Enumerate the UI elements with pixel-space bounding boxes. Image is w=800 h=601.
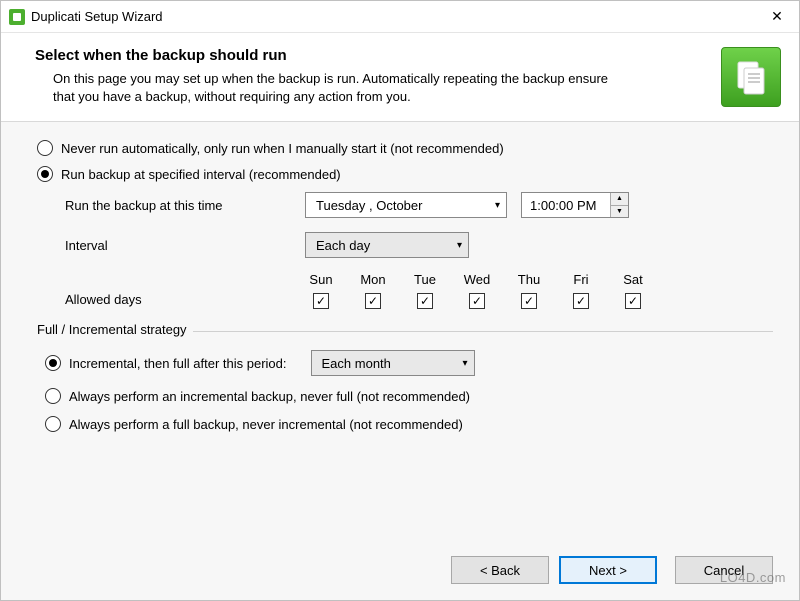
radio-interval-run[interactable]: Run backup at specified interval (recomm… [37, 166, 773, 182]
cancel-button[interactable]: Cancel [675, 556, 773, 584]
day-checkbox-mon[interactable]: ✓ [365, 293, 381, 309]
day-label: Fri [573, 272, 588, 287]
titlebar: Duplicati Setup Wizard ✕ [1, 1, 799, 33]
button-bar: < Back Next > Cancel [1, 542, 799, 600]
spinner-down-icon[interactable]: ▼ [611, 206, 628, 218]
radio-icon [37, 166, 53, 182]
radio-always-incremental[interactable]: Always perform an incremental backup, ne… [45, 388, 773, 404]
radio-incremental-then-full[interactable]: Incremental, then full after this period… [45, 350, 773, 376]
day-checkbox-wed[interactable]: ✓ [469, 293, 485, 309]
day-checkbox-tue[interactable]: ✓ [417, 293, 433, 309]
day-tue: Tue ✓ [409, 272, 441, 309]
window-title: Duplicati Setup Wizard [31, 9, 755, 24]
radio-icon [45, 355, 61, 371]
radio-always-full[interactable]: Always perform a full backup, never incr… [45, 416, 773, 432]
wizard-icon [721, 47, 781, 107]
day-label: Thu [518, 272, 540, 287]
day-mon: Mon ✓ [357, 272, 389, 309]
day-checkbox-thu[interactable]: ✓ [521, 293, 537, 309]
wizard-window: Duplicati Setup Wizard ✕ Select when the… [0, 0, 800, 601]
day-wed: Wed ✓ [461, 272, 493, 309]
day-sat: Sat ✓ [617, 272, 649, 309]
allowed-days-grid: Sun ✓ Mon ✓ Tue ✓ Wed ✓ [305, 272, 649, 309]
page-subheading: On this page you may set up when the bac… [35, 70, 615, 106]
day-label: Sun [309, 272, 332, 287]
day-label: Sat [623, 272, 643, 287]
radio-icon [45, 388, 61, 404]
day-sun: Sun ✓ [305, 272, 337, 309]
day-checkbox-sat[interactable]: ✓ [625, 293, 641, 309]
spinner-up-icon[interactable]: ▲ [611, 193, 628, 206]
combo-value: Each day [316, 238, 370, 253]
spinner-buttons[interactable]: ▲ ▼ [610, 193, 628, 217]
radio-icon [45, 416, 61, 432]
radio-label: Never run automatically, only run when I… [61, 141, 504, 156]
allowed-days-label: Allowed days [65, 272, 305, 307]
back-button[interactable]: < Back [451, 556, 549, 584]
page-heading: Select when the backup should run [35, 47, 709, 64]
wizard-content: Never run automatically, only run when I… [1, 122, 799, 542]
day-fri: Fri ✓ [565, 272, 597, 309]
day-thu: Thu ✓ [513, 272, 545, 309]
close-button[interactable]: ✕ [755, 1, 799, 32]
day-checkbox-fri[interactable]: ✓ [573, 293, 589, 309]
chevron-down-icon: ▾ [462, 358, 467, 369]
strategy-fieldset: Full / Incremental strategy Incremental,… [37, 331, 773, 448]
chevron-down-icon: ▾ [457, 240, 462, 251]
radio-icon [37, 140, 53, 156]
strategy-legend: Full / Incremental strategy [37, 322, 193, 337]
radio-never-run[interactable]: Never run automatically, only run when I… [37, 140, 773, 156]
combo-value: Each month [322, 356, 391, 371]
day-label: Wed [464, 272, 491, 287]
time-spinner[interactable]: 1:00:00 PM ▲ ▼ [521, 192, 629, 218]
radio-label: Incremental, then full after this period… [69, 356, 287, 371]
next-button[interactable]: Next > [559, 556, 657, 584]
date-picker[interactable]: Tuesday , October ▾ [305, 192, 507, 218]
app-icon [9, 9, 25, 25]
wizard-header: Select when the backup should run On thi… [1, 33, 799, 122]
radio-label: Run backup at specified interval (recomm… [61, 167, 341, 182]
date-value: Tuesday , October [316, 198, 422, 213]
radio-label: Always perform an incremental backup, ne… [69, 389, 470, 404]
interval-combo[interactable]: Each day ▾ [305, 232, 469, 258]
day-checkbox-sun[interactable]: ✓ [313, 293, 329, 309]
day-label: Tue [414, 272, 436, 287]
time-value: 1:00:00 PM [522, 198, 610, 213]
interval-label: Interval [65, 238, 305, 253]
radio-label: Always perform a full backup, never incr… [69, 417, 463, 432]
full-period-combo[interactable]: Each month ▾ [311, 350, 475, 376]
chevron-down-icon: ▾ [489, 200, 500, 211]
day-label: Mon [360, 272, 385, 287]
run-time-label: Run the backup at this time [65, 198, 305, 213]
